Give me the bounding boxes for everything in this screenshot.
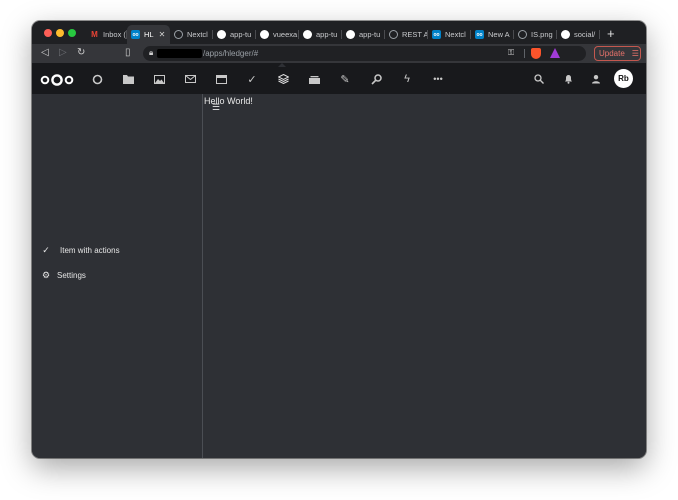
- nav-item-settings[interactable]: ⚙ Settings: [40, 270, 86, 281]
- hledger-icon[interactable]: [276, 72, 290, 86]
- brave-rewards-icon[interactable]: [550, 48, 560, 58]
- calendar-icon[interactable]: [214, 72, 228, 86]
- update-label: Update: [599, 49, 625, 58]
- tab-label: Nextcl: [187, 30, 208, 39]
- browser-toolbar: ◁ ▷ ↻ ▯ 🔒︎ /apps/hledger/# ⚿ Update ☰: [32, 44, 646, 63]
- key-icon[interactable]: ⚿: [508, 48, 514, 58]
- browser-tab[interactable]: oo Nextcl: [428, 25, 471, 44]
- browser-tab[interactable]: oo New A: [471, 25, 514, 44]
- github-icon: [260, 30, 269, 39]
- browser-tab-active[interactable]: oo HL ✕: [127, 25, 170, 44]
- menu-toggle-icon[interactable]: ☰: [212, 102, 220, 113]
- forward-icon[interactable]: ▷: [59, 47, 67, 58]
- active-app-indicator: [278, 63, 286, 67]
- app-navigation: ✓ Item with actions ⚙ Settings: [32, 94, 203, 458]
- search-icon[interactable]: [532, 72, 546, 86]
- zoom-window-button[interactable]: [68, 29, 76, 37]
- back-icon[interactable]: ◁: [41, 47, 49, 58]
- minimize-window-button[interactable]: [56, 29, 64, 37]
- dashboard-icon[interactable]: [90, 72, 104, 86]
- files-icon[interactable]: [121, 72, 135, 86]
- browser-tab[interactable]: M Inbox (: [86, 25, 127, 44]
- tab-label: Nextcl: [445, 30, 466, 39]
- passwords-icon[interactable]: [369, 72, 383, 86]
- nav-item-with-actions[interactable]: ✓ Item with actions: [40, 245, 120, 256]
- browser-tab[interactable]: social/: [557, 25, 600, 44]
- tab-label: vueexa: [273, 30, 298, 39]
- tab-label: Inbox (: [103, 30, 126, 39]
- browser-tab[interactable]: vueexa: [256, 25, 299, 44]
- nextcloud-icon: oo: [131, 30, 140, 39]
- tab-label: social/: [574, 30, 596, 39]
- nav-item-label: Settings: [57, 271, 86, 280]
- tab-label: IS.png: [531, 30, 553, 39]
- browser-tab[interactable]: app-tu: [342, 25, 385, 44]
- update-button[interactable]: Update ☰: [594, 46, 641, 61]
- notifications-icon[interactable]: [561, 72, 575, 86]
- github-icon: [303, 30, 312, 39]
- browser-tab[interactable]: REST A: [385, 25, 428, 44]
- app-header: ✓ ✎ ϟ ••• Rb: [32, 63, 646, 94]
- url-text: /apps/hledger/#: [203, 49, 259, 58]
- activity-icon[interactable]: ϟ: [400, 72, 414, 86]
- nextcloud-icon: oo: [432, 30, 441, 39]
- new-tab-icon[interactable]: +: [607, 26, 615, 41]
- browser-tab[interactable]: IS.png: [514, 25, 557, 44]
- contacts-icon[interactable]: [589, 72, 603, 86]
- tab-label: app-tu: [230, 30, 252, 39]
- gmail-icon: M: [91, 30, 98, 39]
- browser-tab[interactable]: app-tu: [213, 25, 256, 44]
- browser-tab[interactable]: Nextcl: [170, 25, 213, 44]
- github-icon: [561, 30, 570, 39]
- github-icon: [346, 30, 355, 39]
- globe-icon: [174, 30, 183, 39]
- notes-icon[interactable]: ✎: [338, 72, 352, 86]
- mail-icon[interactable]: [183, 72, 197, 86]
- tab-label: New A: [488, 30, 510, 39]
- tab-strip: M Inbox ( oo HL ✕ Nextcl app-tu vueexa a…: [32, 21, 646, 44]
- check-icon: ✓: [42, 245, 50, 255]
- globe-icon: [389, 30, 398, 39]
- lock-icon: 🔒︎: [149, 48, 154, 57]
- close-window-button[interactable]: [44, 29, 52, 37]
- avatar[interactable]: Rb: [614, 69, 633, 88]
- tab-label: REST A: [402, 30, 428, 39]
- tasks-icon[interactable]: ✓: [245, 72, 259, 86]
- globe-icon: [518, 30, 527, 39]
- close-tab-icon[interactable]: ✕: [159, 30, 166, 39]
- browser-window: M Inbox ( oo HL ✕ Nextcl app-tu vueexa a…: [32, 21, 646, 458]
- photos-icon[interactable]: [152, 72, 166, 86]
- tab-label: HL: [144, 30, 154, 39]
- nextcloud-icon: oo: [475, 30, 484, 39]
- brave-shield-icon[interactable]: [531, 48, 541, 59]
- more-apps-icon[interactable]: •••: [431, 72, 445, 86]
- redacted-host: [157, 49, 202, 58]
- browser-tab[interactable]: app-tu: [299, 25, 342, 44]
- gear-icon: ⚙: [41, 270, 51, 280]
- reload-icon[interactable]: ↻: [77, 47, 85, 58]
- tab-label: app-tu: [316, 30, 338, 39]
- nav-item-label: Item with actions: [60, 246, 120, 255]
- address-bar[interactable]: 🔒︎ /apps/hledger/# ⚿: [143, 46, 586, 61]
- app-content: Hello World! ☰: [204, 94, 646, 458]
- nextcloud-logo-icon[interactable]: [40, 73, 74, 86]
- bookmark-icon[interactable]: ▯: [125, 47, 131, 58]
- menu-icon: ☰: [631, 49, 639, 58]
- github-icon: [217, 30, 226, 39]
- tab-label: app-tu: [359, 30, 381, 39]
- deck-icon[interactable]: [307, 72, 321, 86]
